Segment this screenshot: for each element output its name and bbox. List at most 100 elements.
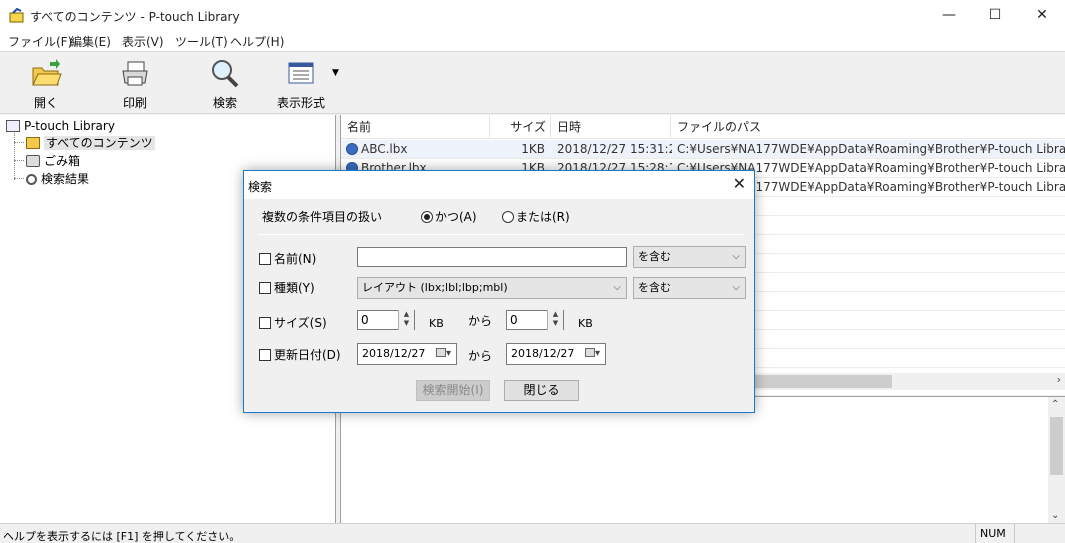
type-match-select[interactable]: を含む ⌵ — [633, 277, 746, 299]
menu-help[interactable]: ヘルプ(H) — [230, 33, 284, 50]
radio-and-label: かつ(A) — [435, 210, 477, 224]
date-to-picker[interactable]: 2018/12/27 ▾ — [506, 343, 606, 365]
tree-root-label: P-touch Library — [24, 119, 115, 133]
status-num-indicator: NUM — [975, 524, 1015, 543]
tree-item-trash[interactable]: ごみ箱 — [26, 152, 80, 170]
column-size[interactable]: サイズ — [490, 115, 551, 139]
scroll-up-icon[interactable]: ⌃ — [1051, 399, 1059, 410]
close-dialog-button[interactable]: 閉じる — [504, 380, 579, 401]
view-list-icon — [288, 62, 314, 84]
spinner-icon[interactable]: ▲ ▼ — [398, 310, 414, 330]
print-label: 印刷 — [122, 96, 147, 110]
radio-checked-icon — [421, 211, 433, 223]
scroll-right-icon[interactable]: › — [1057, 373, 1061, 386]
vertical-scrollbar[interactable]: ⌃ ⌄ — [1048, 397, 1065, 523]
date-range-sep: から — [468, 349, 493, 363]
menu-bar: ファイル(F) 編集(E) 表示(V) ツール(T) ヘルプ(H) — [0, 31, 1065, 52]
size-checkbox[interactable]: サイズ(S) — [259, 314, 327, 331]
maximize-button[interactable]: ☐ — [972, 0, 1018, 31]
table-row[interactable]: ABC.lbx 1KB 2018/12/27 15:31:28 C:¥Users… — [341, 140, 1065, 159]
view-format-button[interactable]: 表示形式 — [261, 56, 341, 112]
tree-item-search-results[interactable]: 検索結果 — [26, 170, 89, 188]
search-label: 検索 — [212, 96, 237, 110]
column-path[interactable]: ファイルのパス — [671, 115, 1065, 139]
column-date[interactable]: 日時 — [551, 115, 671, 139]
dialog-title-bar: 検索 ✕ — [244, 171, 754, 199]
tree-item-label: 検索結果 — [41, 172, 90, 186]
preview-pane: ⌃ ⌄ — [340, 396, 1065, 523]
name-input[interactable] — [357, 247, 627, 267]
toolbar: 開く 印刷 検索 表示形式 ▼ — [0, 52, 1065, 114]
size-range-sep: から — [468, 314, 493, 328]
close-button[interactable]: ✕ — [1019, 0, 1065, 31]
chevron-down-icon: ⌵ — [732, 251, 740, 262]
print-button[interactable]: 印刷 — [95, 56, 175, 112]
radio-and[interactable]: かつ(A) — [421, 208, 477, 225]
open-button[interactable]: 開く — [6, 56, 86, 112]
calendar-icon: ▾ — [435, 344, 451, 364]
file-size: 1KB — [521, 142, 545, 156]
checkbox-icon — [259, 317, 271, 329]
library-icon — [6, 120, 20, 132]
menu-view[interactable]: 表示(V) — [122, 33, 164, 50]
status-bar: ヘルプを表示するには [F1] を押してください。 NUM — [0, 523, 1065, 543]
radio-or[interactable]: または(R) — [502, 208, 570, 225]
type-match-value: を含む — [638, 281, 671, 294]
calendar-icon: ▾ — [584, 344, 600, 364]
list-header: 名前 サイズ 日時 ファイルのパス — [341, 115, 1065, 139]
column-name[interactable]: 名前 — [341, 115, 490, 139]
search-dialog: 検索 ✕ 複数の条件項目の扱い かつ(A) または(R) 名前(N) を含む ⌵ … — [243, 170, 755, 413]
type-checkbox[interactable]: 種類(Y) — [259, 279, 315, 296]
tree-root[interactable]: P-touch Library — [6, 117, 115, 135]
size-to-unit: KB — [578, 317, 593, 330]
checkbox-icon — [259, 282, 271, 294]
chevron-down-icon: ⌵ — [613, 282, 621, 293]
size-from-input[interactable]: 0 ▲ ▼ — [357, 310, 415, 330]
date-from-value: 2018/12/27 — [362, 347, 426, 360]
name-checkbox[interactable]: 名前(N) — [259, 250, 316, 267]
tree-item-label: ごみ箱 — [44, 154, 81, 168]
date-label: 更新日付(D) — [274, 348, 341, 362]
file-date: 2018/12/27 15:31:28 — [557, 142, 672, 156]
scroll-down-icon[interactable]: ⌄ — [1051, 510, 1059, 521]
folder-icon — [26, 137, 40, 149]
menu-file[interactable]: ファイル(F) — [8, 33, 72, 50]
size-label: サイズ(S) — [274, 316, 327, 330]
scrollbar-thumb[interactable] — [752, 375, 892, 388]
status-help-text: ヘルプを表示するには [F1] を押してください。 — [3, 530, 241, 543]
type-value: レイアウト (lbx;lbl;lbp;mbl) — [362, 281, 508, 294]
size-to-value: 0 — [510, 313, 518, 327]
minimize-button[interactable]: — — [926, 0, 972, 31]
dialog-title: 検索 — [248, 180, 273, 194]
open-label: 開く — [33, 96, 58, 110]
view-format-label: 表示形式 — [276, 96, 325, 110]
radio-unchecked-icon — [502, 211, 514, 223]
printer-icon — [122, 61, 148, 86]
search-button[interactable]: 検索 — [185, 56, 265, 112]
size-from-value: 0 — [361, 313, 369, 327]
tree-item-label: すべてのコンテンツ — [44, 136, 155, 150]
dialog-close-icon[interactable]: ✕ — [733, 174, 746, 193]
start-search-button[interactable]: 検索開始(I) — [416, 380, 490, 401]
name-match-value: を含む — [638, 250, 671, 263]
type-label: 種類(Y) — [274, 281, 315, 295]
view-format-dropdown-icon[interactable]: ▼ — [332, 68, 339, 78]
date-to-value: 2018/12/27 — [511, 347, 575, 360]
scrollbar-thumb[interactable] — [1050, 417, 1063, 475]
size-from-unit: KB — [429, 317, 444, 330]
type-select[interactable]: レイアウト (lbx;lbl;lbp;mbl) ⌵ — [357, 277, 627, 299]
date-from-picker[interactable]: 2018/12/27 ▾ — [357, 343, 457, 365]
search-icon — [212, 60, 239, 88]
chevron-down-icon: ⌵ — [732, 282, 740, 293]
radio-or-label: または(R) — [516, 210, 570, 224]
spinner-icon[interactable]: ▲ ▼ — [547, 310, 563, 330]
size-to-input[interactable]: 0 ▲ ▼ — [506, 310, 564, 330]
title-bar: すべてのコンテンツ - P-touch Library — ☐ ✕ — [0, 0, 1065, 31]
trash-icon — [26, 155, 40, 167]
menu-tools[interactable]: ツール(T) — [175, 33, 228, 50]
app-icon — [9, 8, 24, 23]
tree-item-all-contents[interactable]: すべてのコンテンツ — [26, 134, 155, 152]
name-match-select[interactable]: を含む ⌵ — [633, 246, 746, 268]
date-checkbox[interactable]: 更新日付(D) — [259, 346, 341, 363]
menu-edit[interactable]: 編集(E) — [70, 33, 111, 50]
